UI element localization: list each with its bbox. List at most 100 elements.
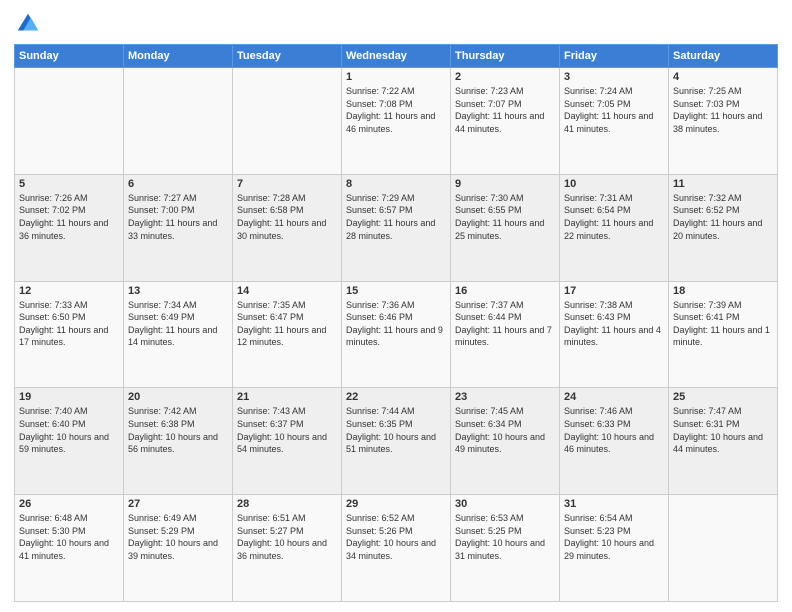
col-header-saturday: Saturday <box>669 45 778 68</box>
day-cell: 24 Sunrise: 7:46 AM Sunset: 6:33 PM Dayli… <box>560 388 669 495</box>
day-content: Sunrise: 7:25 AM Sunset: 7:03 PM Dayligh… <box>673 85 773 135</box>
day-cell: 27 Sunrise: 6:49 AM Sunset: 5:29 PM Dayli… <box>124 495 233 602</box>
logo-icon <box>14 10 42 38</box>
day-number: 9 <box>455 178 555 190</box>
day-cell: 16 Sunrise: 7:37 AM Sunset: 6:44 PM Dayli… <box>451 281 560 388</box>
day-content: Sunrise: 7:22 AM Sunset: 7:08 PM Dayligh… <box>346 85 446 135</box>
day-number: 4 <box>673 71 773 83</box>
day-cell: 3 Sunrise: 7:24 AM Sunset: 7:05 PM Daylig… <box>560 68 669 175</box>
col-header-monday: Monday <box>124 45 233 68</box>
day-content: Sunrise: 7:28 AM Sunset: 6:58 PM Dayligh… <box>237 192 337 242</box>
day-cell: 14 Sunrise: 7:35 AM Sunset: 6:47 PM Dayli… <box>233 281 342 388</box>
col-header-sunday: Sunday <box>15 45 124 68</box>
day-content: Sunrise: 6:54 AM Sunset: 5:23 PM Dayligh… <box>564 512 664 562</box>
col-header-friday: Friday <box>560 45 669 68</box>
day-content: Sunrise: 7:45 AM Sunset: 6:34 PM Dayligh… <box>455 405 555 455</box>
day-cell: 15 Sunrise: 7:36 AM Sunset: 6:46 PM Dayli… <box>342 281 451 388</box>
day-cell: 23 Sunrise: 7:45 AM Sunset: 6:34 PM Dayli… <box>451 388 560 495</box>
day-number: 25 <box>673 391 773 403</box>
day-cell: 21 Sunrise: 7:43 AM Sunset: 6:37 PM Dayli… <box>233 388 342 495</box>
day-cell: 4 Sunrise: 7:25 AM Sunset: 7:03 PM Daylig… <box>669 68 778 175</box>
day-content: Sunrise: 7:29 AM Sunset: 6:57 PM Dayligh… <box>346 192 446 242</box>
day-number: 10 <box>564 178 664 190</box>
day-number: 15 <box>346 285 446 297</box>
day-number: 21 <box>237 391 337 403</box>
day-number: 30 <box>455 498 555 510</box>
header-row: SundayMondayTuesdayWednesdayThursdayFrid… <box>15 45 778 68</box>
col-header-thursday: Thursday <box>451 45 560 68</box>
day-cell: 29Sunrise: 6:52 AM Sunset: 5:26 PM Dayli… <box>342 495 451 602</box>
day-cell: 30Sunrise: 6:53 AM Sunset: 5:25 PM Dayli… <box>451 495 560 602</box>
day-cell: 13 Sunrise: 7:34 AM Sunset: 6:49 PM Dayli… <box>124 281 233 388</box>
week-row-5: 26Sunrise: 6:48 AM Sunset: 5:30 PM Dayli… <box>15 495 778 602</box>
day-number: 29 <box>346 498 446 510</box>
day-cell: 12 Sunrise: 7:33 AM Sunset: 6:50 PM Dayli… <box>15 281 124 388</box>
day-number: 16 <box>455 285 555 297</box>
day-number: 13 <box>128 285 228 297</box>
day-cell: 17 Sunrise: 7:38 AM Sunset: 6:43 PM Dayli… <box>560 281 669 388</box>
day-content: Sunrise: 7:35 AM Sunset: 6:47 PM Dayligh… <box>237 299 337 349</box>
day-number: 19 <box>19 391 119 403</box>
day-content: Sunrise: 7:30 AM Sunset: 6:55 PM Dayligh… <box>455 192 555 242</box>
day-cell: 5 Sunrise: 7:26 AM Sunset: 7:02 PM Daylig… <box>15 174 124 281</box>
day-cell: 11Sunrise: 7:32 AM Sunset: 6:52 PM Dayli… <box>669 174 778 281</box>
day-cell: 22Sunrise: 7:44 AM Sunset: 6:35 PM Dayli… <box>342 388 451 495</box>
calendar-table: SundayMondayTuesdayWednesdayThursdayFrid… <box>14 44 778 602</box>
day-content: Sunrise: 7:26 AM Sunset: 7:02 PM Dayligh… <box>19 192 119 242</box>
day-cell: 25 Sunrise: 7:47 AM Sunset: 6:31 PM Dayli… <box>669 388 778 495</box>
day-content: Sunrise: 7:43 AM Sunset: 6:37 PM Dayligh… <box>237 405 337 455</box>
day-number: 27 <box>128 498 228 510</box>
day-number: 26 <box>19 498 119 510</box>
day-content: Sunrise: 7:37 AM Sunset: 6:44 PM Dayligh… <box>455 299 555 349</box>
logo <box>14 10 46 38</box>
week-row-2: 5 Sunrise: 7:26 AM Sunset: 7:02 PM Daylig… <box>15 174 778 281</box>
day-number: 22 <box>346 391 446 403</box>
day-cell <box>669 495 778 602</box>
day-content: Sunrise: 7:33 AM Sunset: 6:50 PM Dayligh… <box>19 299 119 349</box>
week-row-1: 1Sunrise: 7:22 AM Sunset: 7:08 PM Daylig… <box>15 68 778 175</box>
day-content: Sunrise: 7:34 AM Sunset: 6:49 PM Dayligh… <box>128 299 228 349</box>
day-number: 2 <box>455 71 555 83</box>
day-number: 5 <box>19 178 119 190</box>
day-cell: 2 Sunrise: 7:23 AM Sunset: 7:07 PM Daylig… <box>451 68 560 175</box>
day-cell: 9 Sunrise: 7:30 AM Sunset: 6:55 PM Daylig… <box>451 174 560 281</box>
day-cell: 6Sunrise: 7:27 AM Sunset: 7:00 PM Daylig… <box>124 174 233 281</box>
day-cell: 26Sunrise: 6:48 AM Sunset: 5:30 PM Dayli… <box>15 495 124 602</box>
day-content: Sunrise: 7:47 AM Sunset: 6:31 PM Dayligh… <box>673 405 773 455</box>
day-cell: 8 Sunrise: 7:29 AM Sunset: 6:57 PM Daylig… <box>342 174 451 281</box>
day-number: 11 <box>673 178 773 190</box>
week-row-4: 19 Sunrise: 7:40 AM Sunset: 6:40 PM Dayli… <box>15 388 778 495</box>
day-number: 17 <box>564 285 664 297</box>
day-number: 31 <box>564 498 664 510</box>
day-number: 7 <box>237 178 337 190</box>
day-cell: 19 Sunrise: 7:40 AM Sunset: 6:40 PM Dayli… <box>15 388 124 495</box>
day-content: Sunrise: 7:36 AM Sunset: 6:46 PM Dayligh… <box>346 299 446 349</box>
day-content: Sunrise: 7:23 AM Sunset: 7:07 PM Dayligh… <box>455 85 555 135</box>
day-number: 12 <box>19 285 119 297</box>
day-cell <box>15 68 124 175</box>
page: SundayMondayTuesdayWednesdayThursdayFrid… <box>0 0 792 612</box>
day-cell: 7 Sunrise: 7:28 AM Sunset: 6:58 PM Daylig… <box>233 174 342 281</box>
header <box>14 10 778 38</box>
day-content: Sunrise: 7:31 AM Sunset: 6:54 PM Dayligh… <box>564 192 664 242</box>
day-content: Sunrise: 7:40 AM Sunset: 6:40 PM Dayligh… <box>19 405 119 455</box>
day-number: 23 <box>455 391 555 403</box>
day-content: Sunrise: 7:27 AM Sunset: 7:00 PM Dayligh… <box>128 192 228 242</box>
day-cell: 10 Sunrise: 7:31 AM Sunset: 6:54 PM Dayli… <box>560 174 669 281</box>
day-number: 24 <box>564 391 664 403</box>
day-content: Sunrise: 7:42 AM Sunset: 6:38 PM Dayligh… <box>128 405 228 455</box>
day-number: 18 <box>673 285 773 297</box>
day-cell <box>233 68 342 175</box>
day-content: Sunrise: 7:46 AM Sunset: 6:33 PM Dayligh… <box>564 405 664 455</box>
day-number: 8 <box>346 178 446 190</box>
day-content: Sunrise: 7:24 AM Sunset: 7:05 PM Dayligh… <box>564 85 664 135</box>
day-content: Sunrise: 7:39 AM Sunset: 6:41 PM Dayligh… <box>673 299 773 349</box>
day-content: Sunrise: 6:51 AM Sunset: 5:27 PM Dayligh… <box>237 512 337 562</box>
col-header-tuesday: Tuesday <box>233 45 342 68</box>
day-number: 3 <box>564 71 664 83</box>
day-content: Sunrise: 7:38 AM Sunset: 6:43 PM Dayligh… <box>564 299 664 349</box>
day-cell: 31 Sunrise: 6:54 AM Sunset: 5:23 PM Dayli… <box>560 495 669 602</box>
day-cell: 18 Sunrise: 7:39 AM Sunset: 6:41 PM Dayli… <box>669 281 778 388</box>
day-number: 14 <box>237 285 337 297</box>
day-content: Sunrise: 6:49 AM Sunset: 5:29 PM Dayligh… <box>128 512 228 562</box>
